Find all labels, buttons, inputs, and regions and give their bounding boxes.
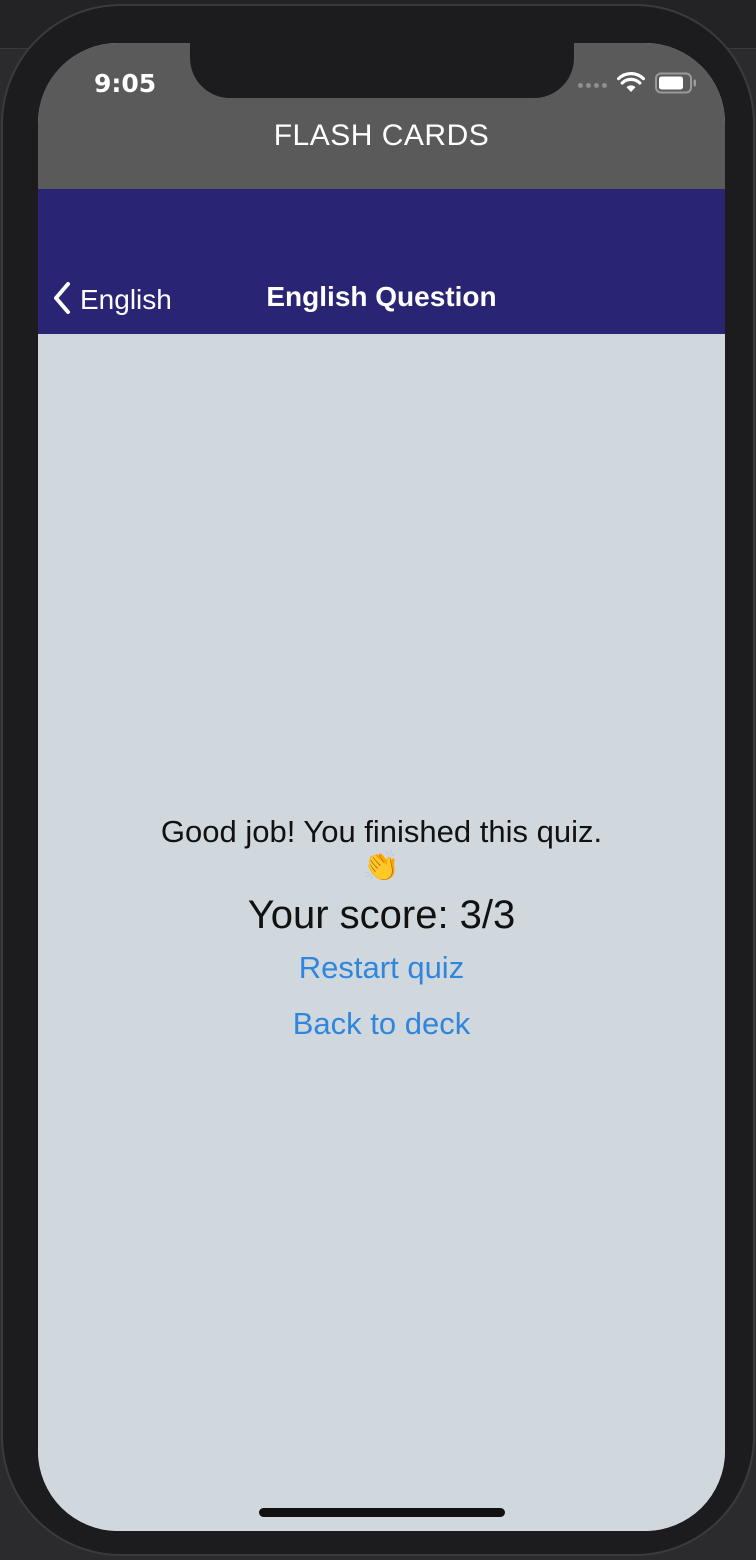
status-icons (578, 72, 697, 98)
navigation-bar: English English Question (38, 189, 725, 334)
score-text: Your score: 3/3 (247, 893, 516, 937)
app-title: FLASH CARDS (273, 119, 490, 152)
phone-frame: 9:05 FLASH CARDS English English Questio… (3, 6, 753, 1554)
quiz-result: Good job! You finished this quiz. 👏 Your… (38, 814, 725, 1044)
signal-dots-icon (578, 82, 607, 88)
app-header: 9:05 FLASH CARDS (38, 43, 725, 189)
completion-message: Good job! You finished this quiz. (160, 814, 603, 849)
status-time: 9:05 (94, 69, 157, 98)
nav-title: English Question (266, 281, 497, 312)
phone-screen: 9:05 FLASH CARDS English English Questio… (38, 43, 725, 1531)
restart-quiz-button[interactable]: Restart quiz (299, 948, 464, 988)
quiz-result-content: Good job! You finished this quiz. 👏 Your… (38, 334, 725, 1531)
clapping-hands-emoji: 👏 (362, 850, 401, 883)
wifi-icon (617, 72, 645, 98)
back-to-deck-button[interactable]: Back to deck (293, 1004, 470, 1044)
notch (190, 43, 574, 98)
home-indicator[interactable] (259, 1508, 505, 1517)
battery-icon (655, 72, 697, 98)
